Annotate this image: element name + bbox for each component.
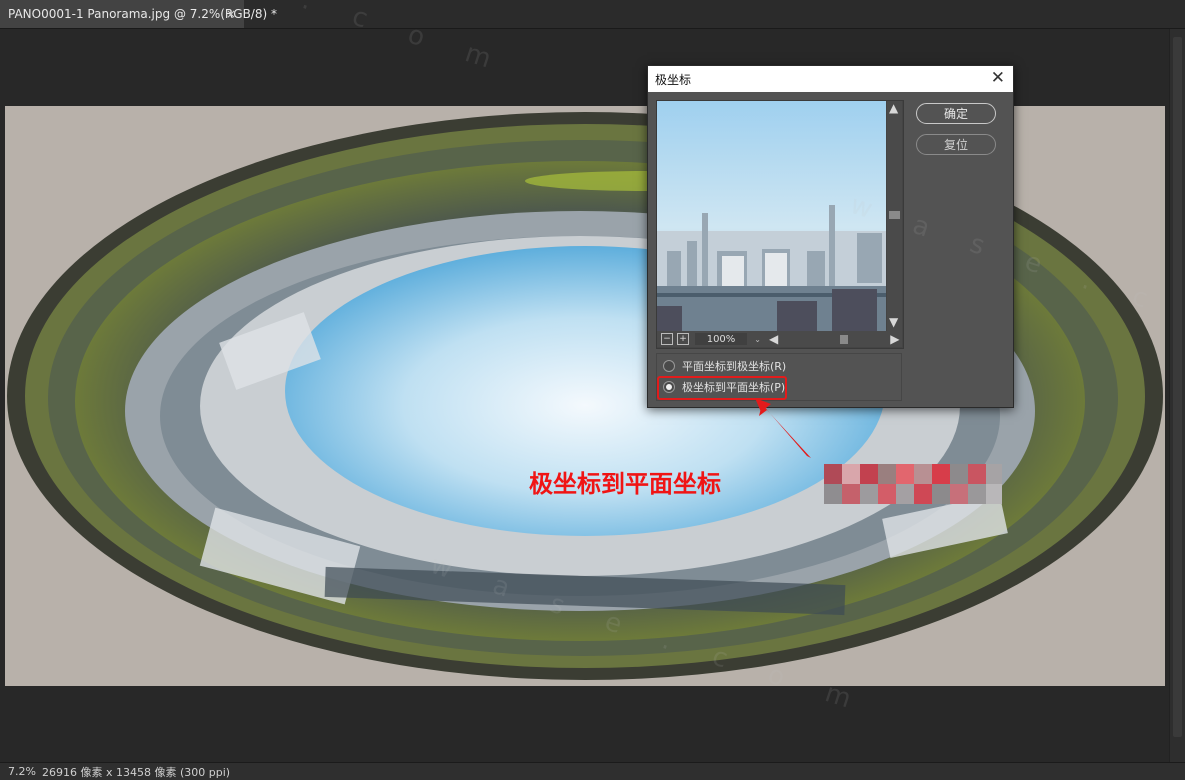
dialog-title-bar[interactable]: 极坐标 ✕ xyxy=(648,66,1013,92)
document-tab-bar: PANO0001-1 Panorama.jpg @ 7.2%(RGB/8) * … xyxy=(0,0,1185,29)
radio-rect-to-polar[interactable] xyxy=(663,360,675,372)
preview-hscroll-thumb[interactable] xyxy=(840,334,849,344)
dialog-title: 极坐标 xyxy=(655,72,692,87)
scroll-right-arrow-icon[interactable]: ▶ xyxy=(890,332,899,346)
annotation-label: 极坐标到平面坐标 xyxy=(529,470,721,498)
annotation-arrow-head xyxy=(755,398,771,412)
close-icon[interactable]: ✕ xyxy=(991,68,1005,88)
option-rect-to-polar[interactable]: 平面坐标到极坐标(R) xyxy=(663,357,786,375)
canvas-scrollbar-thumb[interactable] xyxy=(1173,37,1182,737)
preview-zoom-select[interactable]: 100% ⌄ xyxy=(695,333,761,345)
preview-zoom-bar: − + 100% ⌄ ◀ ▶ xyxy=(657,331,902,347)
preview-image[interactable] xyxy=(657,101,886,331)
status-bar: 7.2% 26916 像素 x 13458 像素 (300 ppi) xyxy=(0,762,1185,780)
filter-preview: ▲ ▼ − + 100% ⌄ ◀ ▶ xyxy=(656,100,904,349)
annotation-arrow-shape xyxy=(759,404,811,458)
document-tab[interactable]: PANO0001-1 Panorama.jpg @ 7.2%(RGB/8) * … xyxy=(0,0,277,28)
zoom-level[interactable]: 7.2% xyxy=(0,765,36,778)
scroll-left-arrow-icon[interactable]: ◀ xyxy=(769,332,778,346)
scroll-up-arrow-icon[interactable]: ▲ xyxy=(889,101,898,115)
polar-coordinates-dialog: 极坐标 ✕ ▲ ▼ − + 100% ⌄ ◀ ▶ 确定 复位 平面坐标到极坐标(… xyxy=(647,65,1014,408)
document-tab-title: PANO0001-1 Panorama.jpg @ 7.2%(RGB/8) * xyxy=(8,7,277,21)
document-size-info[interactable]: 26916 像素 x 13458 像素 (300 ppi) xyxy=(42,764,230,780)
preview-zoom-value: 100% xyxy=(706,333,736,345)
zoom-out-icon[interactable]: − xyxy=(661,333,673,345)
reset-button[interactable]: 复位 xyxy=(916,134,996,155)
ok-button[interactable]: 确定 xyxy=(916,103,996,124)
preview-vertical-scrollbar[interactable]: ▲ ▼ xyxy=(887,101,902,331)
preview-hscroll-track[interactable] xyxy=(782,334,878,345)
tab-close-icon[interactable]: × xyxy=(226,7,236,21)
annotation-arrow xyxy=(755,398,811,458)
scroll-down-arrow-icon[interactable]: ▼ xyxy=(889,315,898,329)
zoom-in-icon[interactable]: + xyxy=(677,333,689,345)
preview-scroll-thumb[interactable] xyxy=(889,211,900,219)
canvas-vertical-scrollbar[interactable] xyxy=(1169,29,1185,762)
option-highlight-box xyxy=(657,376,787,400)
mosaic-blur-region xyxy=(824,464,1002,504)
option-rect-to-polar-label: 平面坐标到极坐标(R) xyxy=(682,360,787,373)
preview-city-skyline xyxy=(657,101,886,331)
chevron-down-icon[interactable]: ⌄ xyxy=(754,335,761,344)
